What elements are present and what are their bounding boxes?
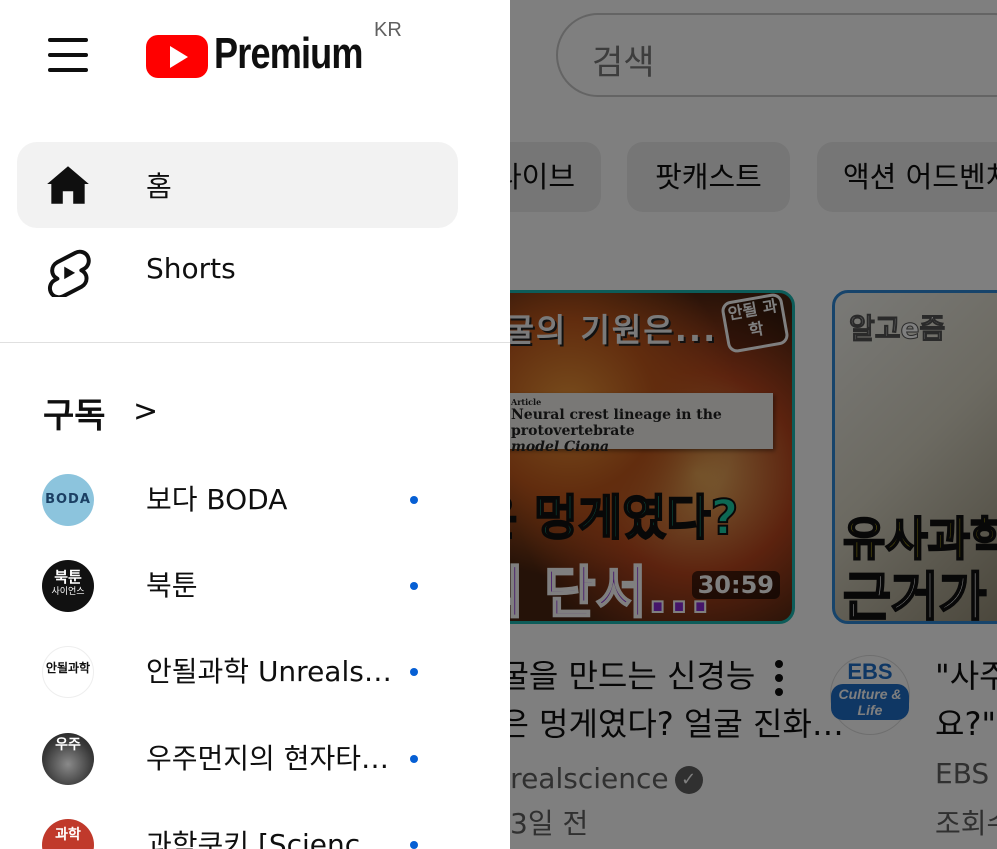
new-content-dot [410,496,418,504]
menu-icon[interactable] [48,38,88,72]
channel-name: 안될과학 Unrealscience [146,655,404,688]
subscription-item[interactable]: BODA 보다 BODA [0,456,510,542]
youtube-play-icon [146,35,208,78]
new-content-dot [410,755,418,763]
channel-avatar: 안될과학 [42,646,94,698]
channel-avatar: 북툰 사이언스 [42,560,94,612]
region-code: KR [374,19,402,41]
logo-wordmark: Premium [214,29,363,78]
subscription-item[interactable]: 안될과학 안될과학 Unrealscience [0,628,510,714]
channel-avatar: 과학 [42,819,94,849]
nav-item-shorts[interactable]: Shorts [17,229,458,315]
nav-label: 홈 [146,170,172,203]
subscription-item[interactable]: 과학 과학쿠키 [Science Cookie] [0,801,510,849]
channel-avatar: BODA [42,474,94,526]
nav-label: Shorts [146,252,236,285]
divider [0,342,510,343]
channel-name: 과학쿠키 [Science Cookie] [146,828,404,849]
chevron-right-icon: > [133,394,159,429]
home-icon [47,166,89,204]
subscription-item[interactable]: 북툰 사이언스 북툰 [0,542,510,628]
new-content-dot [410,582,418,590]
channel-avatar: 우주 [42,733,94,785]
navigation-drawer: Premium KR 홈 Shorts 구독 > BODA 보다 BODA 북툰… [0,0,510,849]
new-content-dot [410,841,418,849]
subscription-item[interactable]: 우주 우주먼지의 현자타임즈 [0,715,510,801]
channel-name: 북툰 [146,569,198,602]
channel-name: 우주먼지의 현자타임즈 [146,742,404,775]
channel-name: 보다 BODA [146,483,288,516]
nav-item-home[interactable]: 홈 [17,142,458,228]
subscriptions-title: 구독 [43,396,106,436]
shorts-icon [47,249,91,297]
subscriptions-header[interactable]: 구독 > [43,388,158,436]
new-content-dot [410,668,418,676]
